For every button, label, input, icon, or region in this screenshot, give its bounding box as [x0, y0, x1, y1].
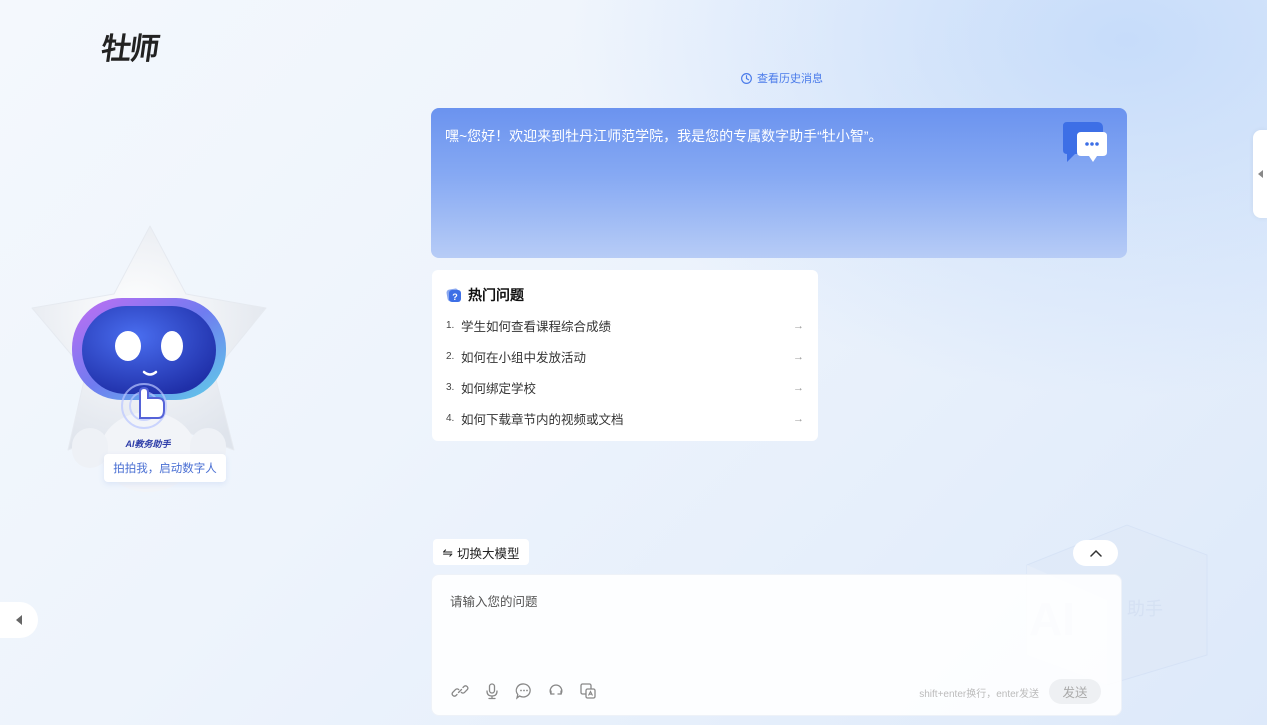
- arrow-right-icon: →: [793, 412, 804, 425]
- history-link[interactable]: 查看历史消息: [740, 70, 823, 86]
- chat-bubble-icon: [1063, 122, 1107, 162]
- left-panel-toggle[interactable]: [0, 602, 38, 638]
- arrow-right-icon: →: [793, 319, 804, 332]
- clock-icon: [741, 72, 752, 84]
- hot-question-text: 如何在小组中发放活动: [461, 351, 587, 365]
- history-link-label: 查看历史消息: [757, 73, 823, 85]
- collapse-button[interactable]: [1073, 540, 1118, 566]
- hot-question-item[interactable]: 1. 学生如何查看课程综合成绩 →: [446, 310, 804, 341]
- brand-logo: 牡师: [99, 32, 160, 67]
- hot-question-text: 如何绑定学校: [461, 382, 537, 396]
- hot-question-item[interactable]: 4. 如何下载章节内的视频或文档 →: [446, 403, 804, 434]
- watermark-sub-text: 助手: [1127, 599, 1163, 620]
- welcome-message: 嘿~您好！欢迎来到牡丹江师范学院，我是您的专属数字助手“牡小智”。: [445, 128, 883, 144]
- switch-model-label: 切换大模型: [456, 546, 520, 561]
- robot-badge-text: AI教务助手: [124, 439, 171, 449]
- hot-question-number: 4.: [446, 413, 455, 424]
- hot-questions-title: 热门问题: [468, 287, 524, 303]
- input-toolbar: [450, 681, 598, 701]
- refresh-icon[interactable]: [546, 681, 566, 701]
- switch-model-button[interactable]: ⇋ 切换大模型: [433, 539, 529, 565]
- microphone-icon[interactable]: [482, 681, 502, 701]
- keyboard-hint: shift+enter换行，enter发送: [919, 689, 1039, 700]
- question-input[interactable]: [450, 591, 1100, 651]
- caret-left-icon: [1258, 170, 1263, 178]
- caret-left-icon: [16, 615, 22, 625]
- hot-question-number: 2.: [446, 351, 455, 362]
- hot-questions-header: ? 热门问题: [446, 284, 804, 306]
- hot-questions-list: 1. 学生如何查看课程综合成绩 → 2. 如何在小组中发放活动 → 3. 如何绑…: [446, 310, 804, 434]
- chevron-up-icon: [1089, 549, 1102, 557]
- switch-icon: ⇋: [442, 545, 453, 560]
- start-avatar-button[interactable]: 拍拍我，启动数字人: [104, 454, 226, 482]
- welcome-banner: 嘿~您好！欢迎来到牡丹江师范学院，我是您的专属数字助手“牡小智”。: [431, 108, 1127, 258]
- translate-icon[interactable]: [578, 681, 598, 701]
- right-panel-toggle[interactable]: [1253, 130, 1267, 218]
- send-button[interactable]: 发送: [1049, 679, 1101, 704]
- hot-question-item[interactable]: 3. 如何绑定学校 →: [446, 372, 804, 403]
- link-icon[interactable]: [450, 681, 470, 701]
- question-badge-icon: ?: [446, 288, 461, 302]
- chat-bubble-icon[interactable]: [514, 681, 534, 701]
- chat-input-box: shift+enter换行，enter发送 发送: [431, 574, 1122, 716]
- hot-question-number: 1.: [446, 320, 455, 331]
- hot-question-text: 如何下载章节内的视频或文档: [461, 413, 624, 427]
- hot-question-number: 3.: [446, 382, 455, 393]
- hot-questions-card: ? 热门问题 1. 学生如何查看课程综合成绩 → 2. 如何在小组中发放活动 →…: [432, 270, 818, 441]
- svg-text:?: ?: [452, 292, 458, 302]
- arrow-right-icon: →: [793, 381, 804, 394]
- arrow-right-icon: →: [793, 350, 804, 363]
- hot-question-text: 学生如何查看课程综合成绩: [461, 320, 612, 334]
- hot-question-item[interactable]: 2. 如何在小组中发放活动 →: [446, 341, 804, 372]
